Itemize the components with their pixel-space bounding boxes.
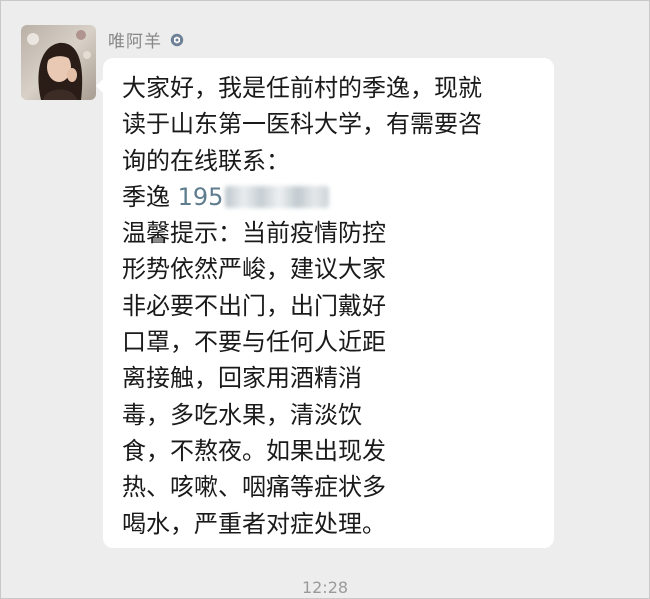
message-line: 温馨提示：当前疫情防控 bbox=[122, 219, 386, 248]
contact-line: 季逸 195 bbox=[122, 179, 542, 215]
message-line: 大家好，我是任前村的季逸，现就 bbox=[122, 74, 482, 102]
redacted-phone-digits bbox=[225, 185, 330, 208]
timestamp: 12:28 bbox=[301, 578, 349, 597]
sender-row: 唯阿羊 bbox=[108, 27, 184, 52]
message-line: 喝水，严重者对症处理。 bbox=[122, 509, 386, 538]
message-line: 毒，多吃水果，清淡饮 bbox=[122, 400, 362, 429]
avatar[interactable] bbox=[21, 25, 96, 100]
message-line: 口罩，不要与任何人近距 bbox=[122, 328, 386, 357]
message-text: 大家好，我是任前村的季逸，现就 读于山东第一医科大学，有需要咨 询的在线联系： … bbox=[122, 70, 542, 542]
message-line: 读于山东第一医科大学，有需要咨 bbox=[122, 110, 482, 139]
phone-number[interactable]: 195 bbox=[178, 183, 224, 211]
message-line: 询的在线联系： bbox=[122, 146, 290, 175]
message-line: 离接触，回家用酒精消 bbox=[122, 364, 362, 393]
message-line: 形势依然严峻，建议大家 bbox=[122, 255, 386, 284]
message-line: 非必要不出门，出门戴好 bbox=[122, 291, 386, 320]
avatar-photo bbox=[21, 25, 96, 100]
message-line: 热、咳嗽、咽痛等症状多 bbox=[122, 473, 386, 502]
tag-icon bbox=[170, 32, 184, 47]
contact-name: 季逸 bbox=[122, 182, 170, 211]
sender-name[interactable]: 唯阿羊 bbox=[108, 27, 162, 52]
message-line: 食，不熬夜。如果出现发 bbox=[122, 436, 386, 465]
